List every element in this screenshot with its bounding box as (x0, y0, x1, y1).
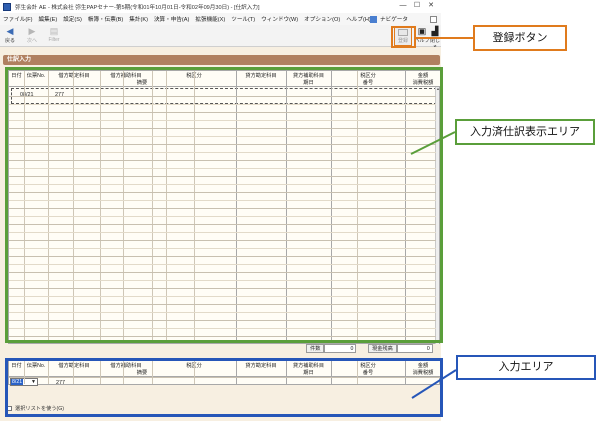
register-button-callout: 登録ボタン (473, 25, 567, 51)
entered-area-callout: 入力済仕訳表示エリア (455, 119, 595, 145)
lower-connector (411, 369, 457, 399)
input-area-callout: 入力エリア (456, 355, 596, 380)
upper-connector (410, 131, 456, 155)
